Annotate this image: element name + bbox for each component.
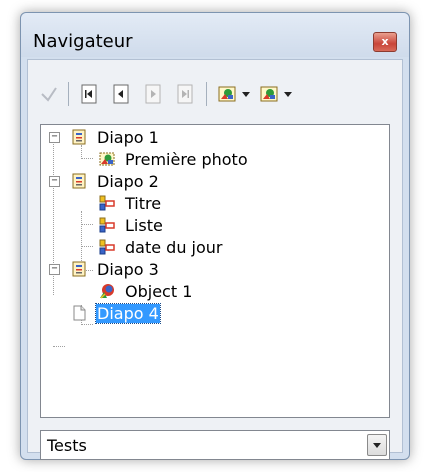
tree-item-label: date du jour — [125, 238, 223, 257]
drag-mode-icon[interactable] — [218, 84, 236, 104]
tree-item-diapo-1[interactable]: − Diapo 1 — [41, 127, 389, 149]
tree-item-label: Diapo 3 — [97, 260, 159, 279]
tree-item-diapo-2[interactable]: − Diapo 2 — [41, 171, 389, 193]
chevron-down-icon[interactable] — [367, 434, 387, 456]
chevron-down-icon[interactable] — [284, 92, 292, 98]
close-button[interactable]: x — [373, 32, 397, 52]
navigator-panel: − Diapo 1 Première photo − Diapo 2 Titre… — [27, 59, 403, 460]
title-bar[interactable]: Navigateur x — [21, 13, 409, 57]
tree-item-diapo-3[interactable]: − Diapo 3 — [41, 259, 389, 281]
tree-item-premiere-photo[interactable]: Première photo — [41, 149, 389, 171]
tree-item-label: Diapo 1 — [97, 128, 159, 147]
blank-slide-icon — [73, 305, 86, 321]
close-icon: x — [381, 35, 389, 48]
tree-item-label: Diapo 4 — [95, 303, 161, 324]
text-shape-icon — [99, 217, 115, 233]
toolbar-separator — [68, 82, 69, 106]
slide-icon — [72, 261, 86, 277]
tree-item-label: Première photo — [125, 150, 248, 169]
tree-item-label: Object 1 — [125, 282, 193, 301]
document-select[interactable]: Tests — [40, 430, 390, 460]
next-slide-icon[interactable] — [144, 84, 162, 104]
document-select-value: Tests — [47, 436, 87, 455]
collapse-toggle[interactable]: − — [49, 132, 60, 143]
tree-item-date-du-jour[interactable]: date du jour — [41, 237, 389, 259]
last-slide-icon[interactable] — [176, 84, 194, 104]
tree-item-label: Titre — [125, 194, 162, 213]
chevron-down-icon[interactable] — [242, 92, 250, 98]
ole-object-icon — [100, 284, 114, 299]
collapse-toggle[interactable]: − — [49, 176, 60, 187]
navigator-window: Navigateur x − Diapo 1 Première photo − … — [20, 12, 410, 460]
previous-slide-icon[interactable] — [112, 84, 130, 104]
image-shape-icon — [99, 152, 115, 166]
collapse-toggle[interactable]: − — [49, 264, 60, 275]
tree-item-liste[interactable]: Liste — [41, 215, 389, 237]
slide-icon — [72, 173, 86, 189]
toolbar-separator — [206, 82, 207, 106]
text-shape-icon — [99, 195, 115, 211]
tree-guide-line — [53, 346, 65, 347]
tree-item-diapo-4[interactable]: Diapo 4 — [41, 303, 389, 325]
tree-item-label: Diapo 2 — [97, 172, 159, 191]
show-shapes-icon[interactable] — [260, 84, 278, 104]
navigator-toolbar — [28, 60, 402, 112]
navigator-tree[interactable]: − Diapo 1 Première photo − Diapo 2 Titre… — [40, 124, 390, 418]
tree-item-titre[interactable]: Titre — [41, 193, 389, 215]
pointer-icon[interactable] — [40, 84, 58, 104]
tree-item-label: Liste — [125, 216, 163, 235]
slide-icon — [72, 129, 86, 145]
first-slide-icon[interactable] — [80, 84, 98, 104]
tree-item-object-1[interactable]: Object 1 — [41, 281, 389, 303]
window-title: Navigateur — [33, 31, 133, 52]
text-shape-icon — [99, 239, 115, 255]
